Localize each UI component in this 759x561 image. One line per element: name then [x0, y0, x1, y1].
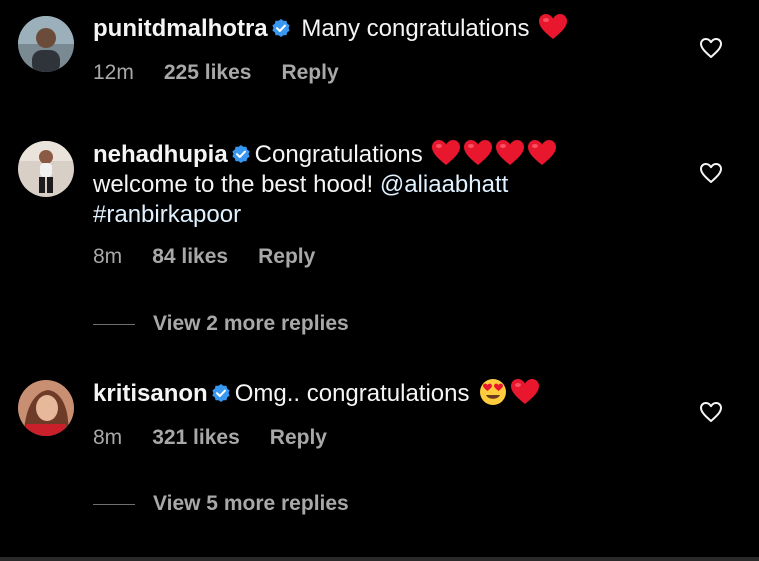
- avatar-image: [18, 380, 74, 436]
- red-heart-icon: [527, 139, 557, 167]
- mention-link[interactable]: @aliaabhatt: [380, 171, 508, 198]
- avatar-image: [18, 141, 74, 197]
- avatar-image: [18, 16, 74, 72]
- username[interactable]: punitdmalhotra: [93, 15, 268, 42]
- comment-meta: 12m 225 likes Reply: [93, 61, 369, 85]
- comment-meta: 8m 84 likes Reply: [93, 245, 345, 269]
- heart-eyes-face-icon: [478, 378, 508, 406]
- red-heart-icon: [463, 139, 493, 167]
- avatar[interactable]: [18, 380, 74, 436]
- avatar[interactable]: [18, 141, 74, 197]
- comment-text: nehadhupia Congratulations welcome to the…: [93, 139, 653, 230]
- comment-text: punitdmalhotra Many congratulations: [93, 13, 653, 44]
- username[interactable]: nehadhupia: [93, 141, 228, 168]
- comment-meta: 8m 321 likes Reply: [93, 426, 357, 450]
- likes-count[interactable]: 84 likes: [152, 245, 228, 269]
- verified-badge-icon: [271, 18, 291, 38]
- comment-body: Congratulations: [254, 141, 423, 168]
- red-heart-icon: [495, 139, 525, 167]
- red-heart-icon: [431, 139, 461, 167]
- heart-outline-icon[interactable]: [699, 400, 723, 424]
- divider: [93, 503, 135, 505]
- verified-badge-icon: [211, 383, 231, 403]
- likes-count[interactable]: 321 likes: [152, 426, 240, 450]
- red-heart-icon: [510, 378, 540, 406]
- hashtag-link[interactable]: #ranbirkapoor: [93, 201, 241, 228]
- verified-badge-icon: [231, 144, 251, 164]
- reply-button[interactable]: Reply: [270, 426, 327, 450]
- username[interactable]: kritisanon: [93, 380, 208, 407]
- timestamp: 8m: [93, 426, 123, 449]
- reply-button[interactable]: Reply: [281, 61, 338, 85]
- likes-count[interactable]: 225 likes: [164, 61, 252, 85]
- view-replies-label[interactable]: View 2 more replies: [153, 312, 349, 336]
- heart-outline-icon[interactable]: [699, 36, 723, 60]
- bottom-edge: [0, 557, 759, 561]
- divider: [93, 323, 135, 325]
- avatar[interactable]: [18, 16, 74, 72]
- red-heart-icon: [538, 13, 568, 41]
- reply-button[interactable]: Reply: [258, 245, 315, 269]
- comment-body: Omg.. congratulations: [234, 380, 470, 407]
- comment-body: Many congratulations: [301, 15, 530, 42]
- view-replies-label[interactable]: View 5 more replies: [153, 492, 349, 516]
- comment-body-line2: welcome to the best hood!: [93, 171, 374, 198]
- timestamp: 8m: [93, 245, 123, 268]
- view-more-replies[interactable]: View 2 more replies: [93, 312, 349, 336]
- timestamp: 12m: [93, 61, 134, 84]
- comment-text: kritisanon Omg.. congratulations: [93, 378, 653, 409]
- heart-outline-icon[interactable]: [699, 161, 723, 185]
- view-more-replies[interactable]: View 5 more replies: [93, 492, 349, 516]
